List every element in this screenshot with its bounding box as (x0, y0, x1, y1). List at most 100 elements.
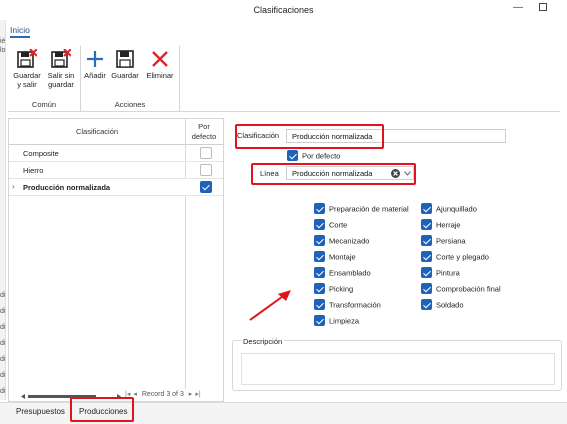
column-header-label: Clasificación (75, 127, 119, 136)
first-record-icon[interactable]: |◂ (125, 391, 130, 398)
save-button[interactable]: Guardar (109, 49, 141, 80)
next-record-icon[interactable]: ▸ (189, 391, 193, 398)
operation-label: Corte y plegado (436, 252, 489, 262)
delete-icon (152, 51, 168, 67)
checkbox-checked-icon (421, 219, 432, 230)
exit-without-save-label-1: Salir sin (47, 71, 75, 80)
delete-label: Eliminar (146, 71, 174, 80)
background-window-edge: ié lo di di di di di di di (0, 20, 6, 400)
column-header-label: defecto (191, 132, 217, 141)
group-label-acciones: Acciones (114, 100, 146, 109)
operation-checkbox[interactable]: Herraje (421, 219, 461, 231)
operation-checkbox[interactable]: Corte y plegado (421, 251, 489, 263)
descripcion-textarea[interactable] (241, 353, 555, 385)
operation-checkbox[interactable]: Ajunquillado (421, 203, 477, 215)
operation-label: Picking (329, 284, 354, 294)
operation-checkbox[interactable]: Pintura (421, 267, 460, 279)
edge-fragment: di (0, 388, 6, 395)
checkbox-checked-icon (314, 315, 325, 326)
operation-checkbox[interactable]: Comprobación final (421, 283, 501, 295)
operation-checkbox[interactable]: Ensamblado (314, 267, 371, 279)
record-counter: Record 3 of 3 (141, 391, 184, 398)
clasificacion-input[interactable]: Producción normalizada (286, 129, 506, 143)
operation-label: Ajunquillado (436, 204, 477, 214)
checkbox-checked-icon (421, 267, 432, 278)
save-close-icon (17, 49, 37, 68)
minimize-button[interactable]: — (510, 2, 526, 16)
checkbox-checked-icon (314, 203, 325, 214)
row-default-checkbox[interactable] (200, 181, 212, 193)
linea-label: Línea (260, 169, 279, 178)
save-and-exit-button[interactable]: Guardar y salir (10, 49, 44, 89)
maximize-icon (539, 3, 547, 11)
operation-checkbox[interactable]: Picking (314, 283, 354, 295)
operation-label: Soldado (436, 300, 464, 310)
horizontal-scrollbar[interactable] (21, 394, 121, 399)
table-row[interactable]: Composite (9, 145, 223, 162)
table-row[interactable]: Hierro (9, 162, 223, 179)
checkbox-checked-icon (421, 251, 432, 262)
operation-label: Ensamblado (329, 268, 371, 278)
tab-inicio[interactable]: Inicio (10, 25, 30, 38)
add-button[interactable]: Añadir (82, 49, 108, 80)
checkbox-checked-icon (421, 235, 432, 246)
exit-without-save-button[interactable]: Salir sin guardar (45, 49, 77, 89)
window: ié lo di di di di di di di Clasificacion… (0, 0, 567, 424)
operation-label: Transformación (329, 300, 381, 310)
clear-icon[interactable] (391, 169, 400, 178)
chevron-down-icon[interactable] (404, 171, 411, 176)
group-separator (179, 46, 180, 112)
linea-select[interactable]: Producción normalizada (286, 166, 414, 180)
checkbox-checked-icon (314, 251, 325, 262)
last-record-icon[interactable]: ▸| (195, 391, 200, 398)
operation-checkbox[interactable]: Limpieza (314, 315, 360, 327)
checkbox-checked-icon (314, 299, 325, 310)
checkbox-checked-icon (421, 283, 432, 294)
operation-label: Limpieza (329, 316, 360, 326)
title-bar: Clasificaciones — (0, 0, 567, 22)
record-navigator: |◂ ◂ Record 3 of 3 ▸ ▸| (125, 390, 204, 398)
prev-record-icon[interactable]: ◂ (133, 391, 137, 398)
checkbox-checked-icon (314, 267, 325, 278)
tab-producciones[interactable]: Producciones (79, 407, 127, 416)
edge-fragment: di (0, 308, 6, 315)
operation-checkbox[interactable]: Preparación de material (314, 203, 409, 215)
operation-checkbox[interactable]: Corte (314, 219, 348, 231)
window-title: Clasificaciones (253, 5, 314, 15)
maximize-button[interactable] (535, 3, 551, 17)
operation-label: Pintura (436, 268, 460, 278)
descripcion-label: Descripción (241, 337, 285, 346)
tab-presupuestos[interactable]: Presupuestos (16, 407, 65, 416)
save-label: Guardar (111, 71, 139, 80)
ribbon: Guardar y salir Salir sin guardar Común … (8, 41, 560, 112)
por-defecto-label: Por defecto (302, 151, 341, 161)
column-header-clasificacion[interactable]: Clasificación (9, 119, 185, 145)
column-header-por-defecto[interactable]: Por defecto (185, 119, 223, 145)
por-defecto-checkbox[interactable]: Por defecto (287, 150, 341, 162)
checkbox-checked-icon (314, 219, 325, 230)
save-and-exit-label-2: y salir (17, 80, 37, 89)
operation-checkbox[interactable]: Transformación (314, 299, 381, 311)
red-arrow-annotation (249, 290, 291, 321)
edge-fragment: di (0, 340, 6, 347)
operation-checkbox[interactable]: Soldado (421, 299, 464, 311)
add-label: Añadir (84, 71, 106, 80)
exit-no-save-icon (51, 49, 71, 68)
edge-fragment: lo (0, 47, 6, 54)
clasificacion-value: Producción normalizada (292, 132, 373, 141)
operation-checkbox[interactable]: Persiana (421, 235, 466, 247)
row-default-checkbox[interactable] (200, 147, 212, 159)
descripcion-group: Descripción (232, 337, 562, 391)
row-default-checkbox[interactable] (200, 164, 212, 176)
checkbox-checked-icon (200, 181, 212, 193)
classification-grid: Clasificación Por defecto Composite Hier… (8, 118, 224, 402)
operation-checkbox[interactable]: Montaje (314, 251, 356, 263)
group-separator (80, 46, 81, 112)
operation-checkbox[interactable]: Mecanizado (314, 235, 369, 247)
group-label-comun: Común (31, 100, 57, 109)
delete-button[interactable]: Eliminar (142, 49, 178, 80)
operation-label: Corte (329, 220, 348, 230)
operation-label: Montaje (329, 252, 356, 262)
table-row-selected[interactable]: › Producción normalizada (9, 179, 223, 196)
operation-label: Preparación de material (329, 204, 409, 214)
